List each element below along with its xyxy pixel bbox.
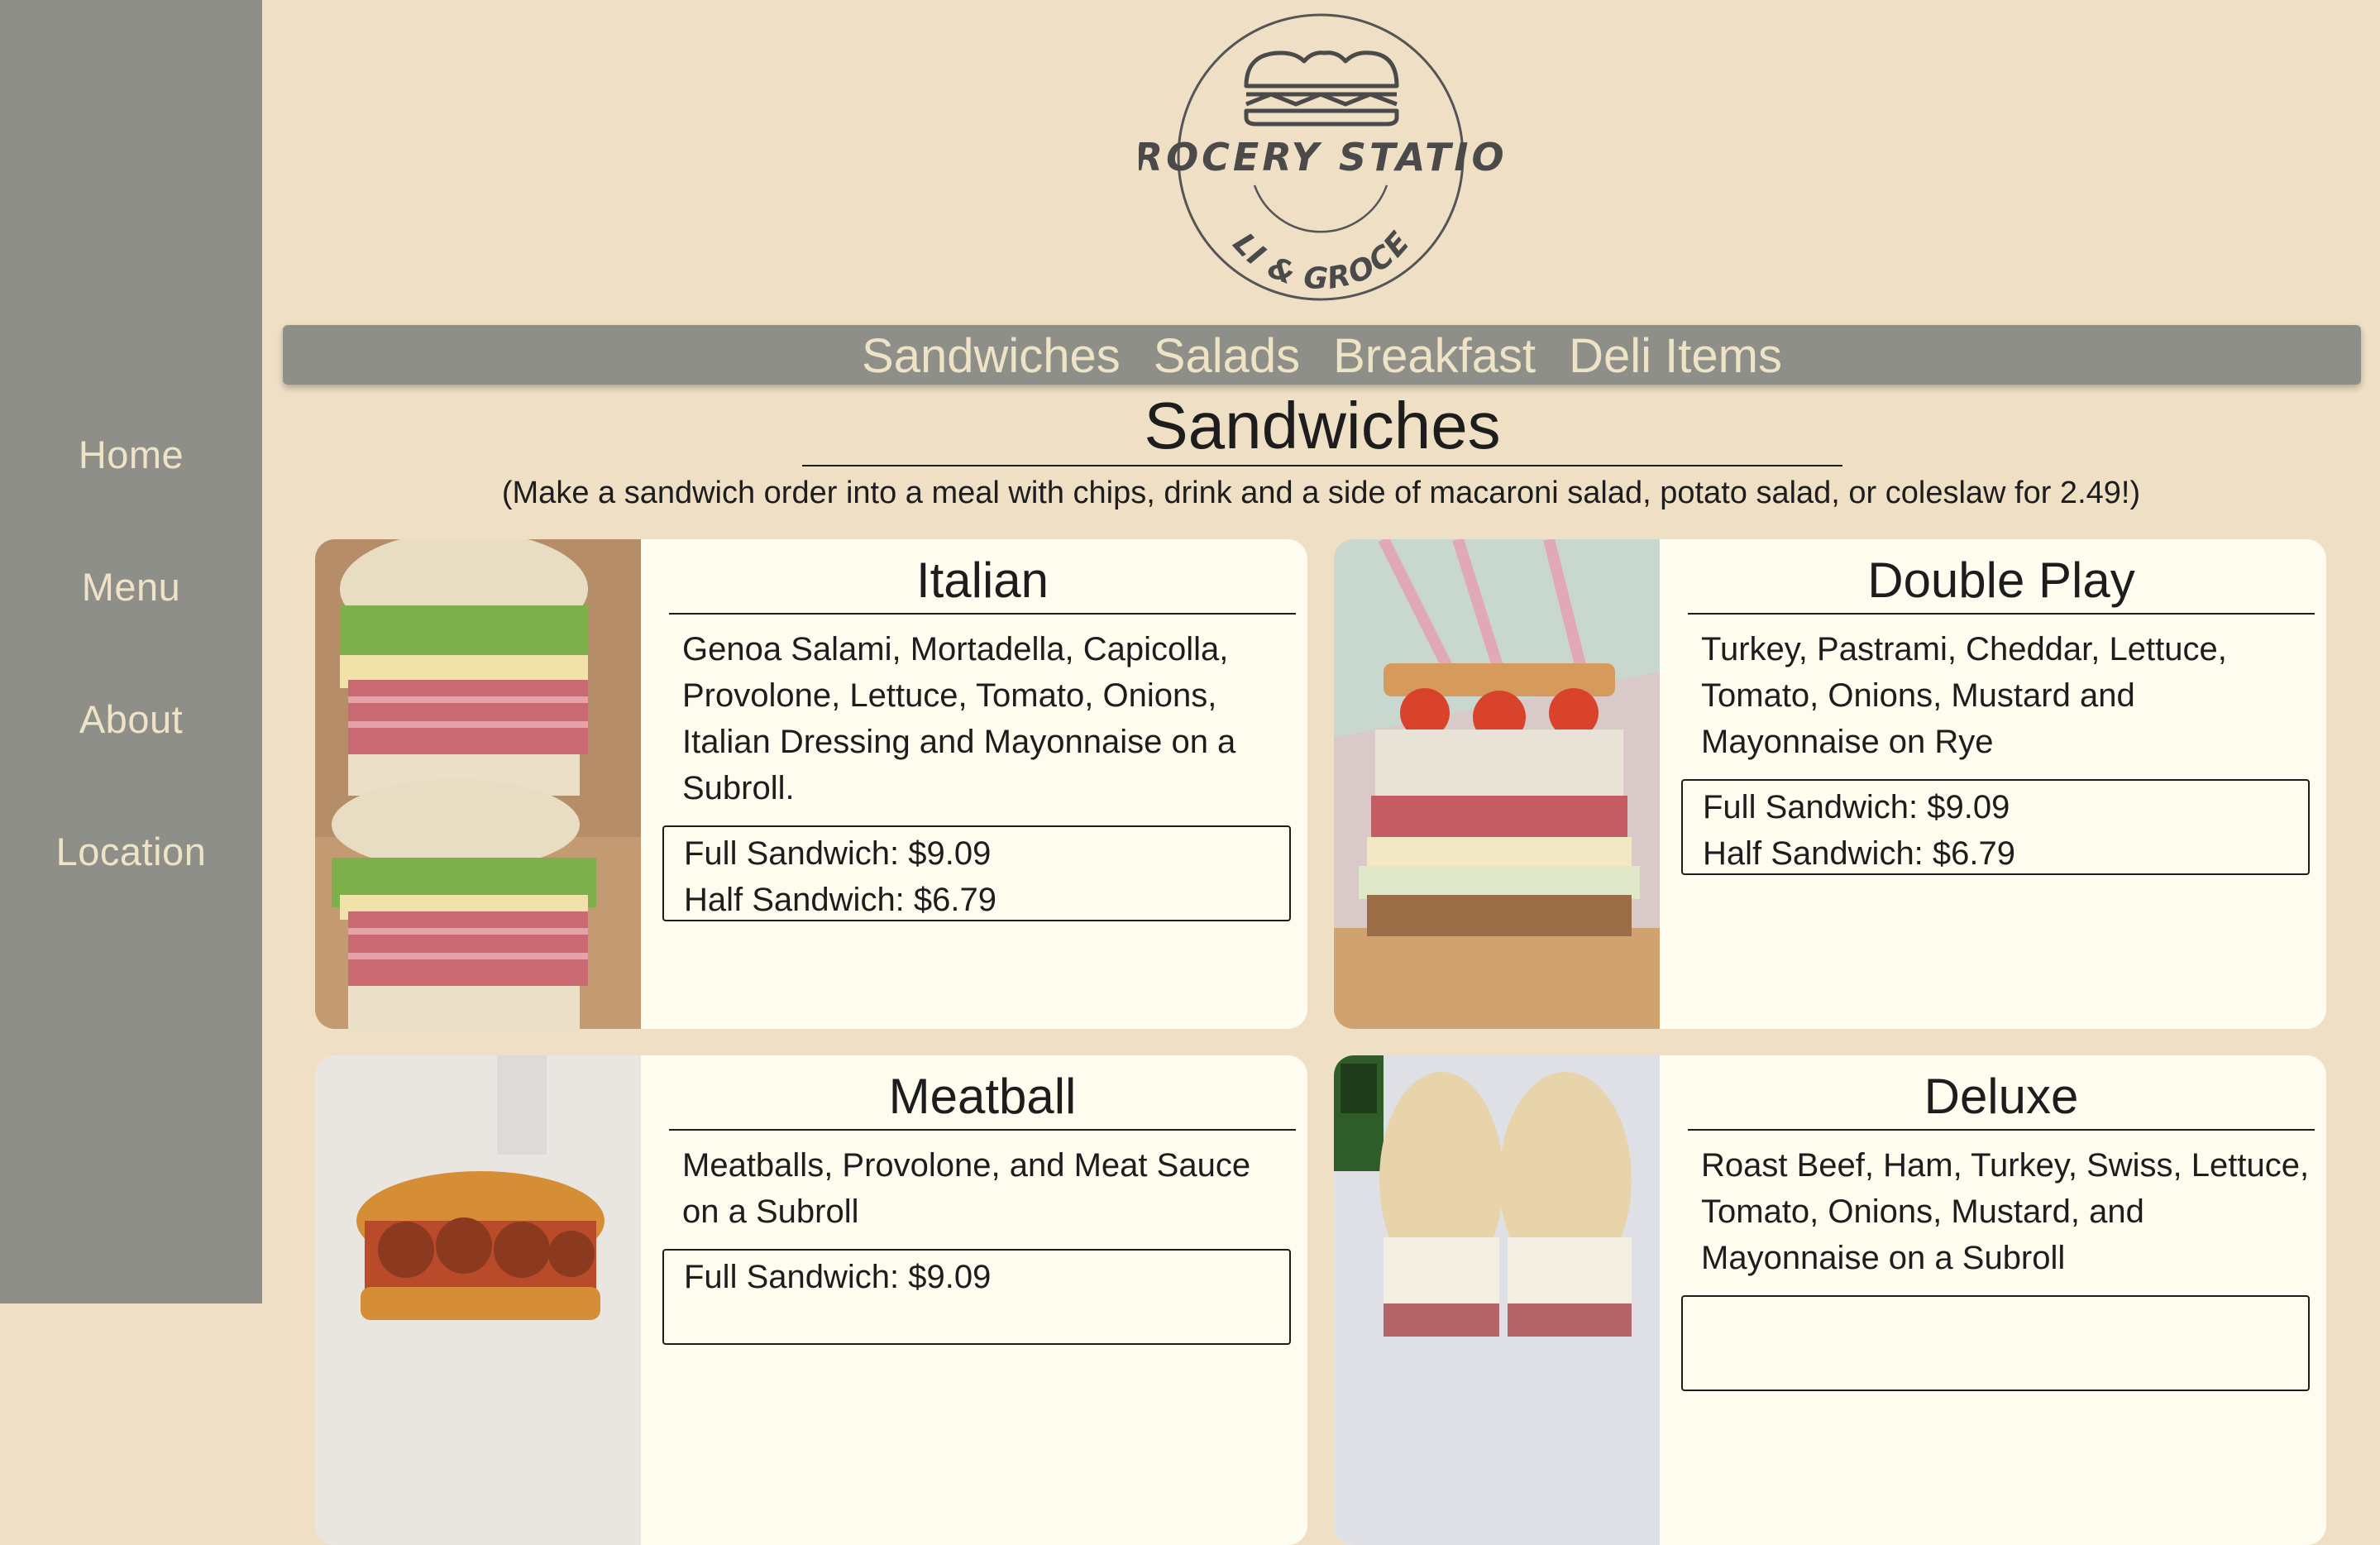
sidebar-item-menu[interactable]: Menu [0, 546, 262, 678]
tab-deli-items[interactable]: Deli Items [1569, 325, 1782, 388]
menu-card-double-play: Double Play Turkey, Pastrami, Cheddar, L… [1334, 539, 2326, 1029]
tab-sandwiches[interactable]: Sandwiches [862, 325, 1121, 388]
logo[interactable]: GROCERY STATION DELI & GROCERY [1099, 0, 1539, 316]
tab-breakfast[interactable]: Breakfast [1333, 325, 1536, 388]
item-description: Genoa Salami, Mortadella, Capicolla, Pro… [682, 631, 1236, 806]
item-description: Meatballs, Provolone, and Meat Sauce on … [682, 1147, 1251, 1230]
deluxe-sandwich-image [1334, 1055, 1660, 1545]
item-name: Meatball [669, 1068, 1296, 1131]
meatball-sandwich-image [315, 1055, 641, 1545]
sidebar-item-location[interactable]: Location [0, 811, 262, 943]
price-box: Full Sandwich: $9.09 Half Sandwich: $6.7… [662, 825, 1291, 921]
full-price: Full Sandwich: $9.09 [684, 1259, 992, 1295]
main-content: GROCERY STATION DELI & GROCERY Sandwiche… [262, 0, 2380, 1545]
price-box: Full Sandwich: $9.09 [662, 1249, 1291, 1345]
item-name: Double Play [1688, 552, 2315, 615]
menu-card-deluxe: Deluxe Roast Beef, Ham, Turkey, Swiss, L… [1334, 1055, 2326, 1545]
item-description: Roast Beef, Ham, Turkey, Swiss, Lettuce,… [1701, 1147, 2310, 1276]
menu-card-italian: Italian Genoa Salami, Mortadella, Capico… [315, 539, 1307, 1029]
half-price: Half Sandwich: $6.79 [684, 882, 997, 918]
item-description: Turkey, Pastrami, Cheddar, Lettuce, Toma… [1701, 631, 2227, 760]
tab-salads[interactable]: Salads [1154, 325, 1300, 388]
page-title: Sandwiches [802, 389, 1842, 466]
sandwich-icon [1244, 50, 1399, 127]
half-price: Half Sandwich: $6.79 [1703, 835, 2016, 872]
menu-card-meatball: Meatball Meatballs, Provolone, and Meat … [315, 1055, 1307, 1545]
item-name: Deluxe [1688, 1068, 2315, 1131]
full-price: Full Sandwich: $9.09 [1703, 789, 2010, 825]
price-box: Full Sandwich: $9.09 Half Sandwich: $6.7… [1681, 779, 2310, 875]
item-name: Italian [669, 552, 1296, 615]
sidebar-nav: Home Menu About Location [0, 414, 262, 943]
sidebar-item-home[interactable]: Home [0, 414, 262, 546]
price-box [1681, 1295, 2310, 1391]
full-price: Full Sandwich: $9.09 [684, 835, 992, 872]
meal-deal-note: (Make a sandwich order into a meal with … [501, 476, 2141, 510]
italian-sandwich-image [315, 539, 641, 1029]
top-nav: Sandwiches Salads Breakfast Deli Items [283, 325, 2361, 385]
logo-title: GROCERY STATION [1139, 135, 1503, 179]
sidebar: Home Menu About Location [0, 0, 262, 1303]
double-play-sandwich-image [1334, 539, 1660, 1029]
sidebar-item-about[interactable]: About [0, 678, 262, 811]
